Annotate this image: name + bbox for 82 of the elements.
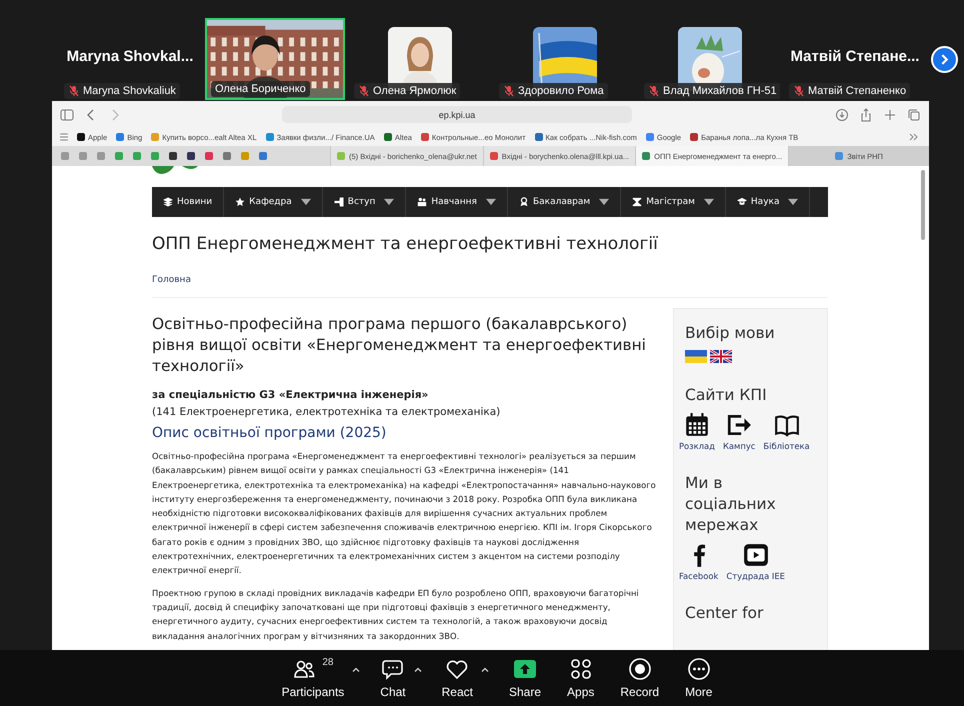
- paragraph: Освітньо-професійна програма «Енергоменеджмент та енергоефективні технологі» реалізується за першим (бакалаврським) рівнем вищої освіти у рамках спеціальності G3 «Електрична інженерія» (141 Електроенергетика, електротехніка та електромеханіка) на кафедрі «Електропостачання» навчально-наукового інституту енергозбереження та енергоменеджменту, починаючи з 2018 року. Розробка ОПП була викликана необхідністю підготовки висококваліфікованих фахівців для вирішення сучасних актуальних проблем електричної інженерії в сфері систем забезпечення споживачів електричною енергією. КПІ ім. Ігоря Сікорського багато років є одним з провідних ЗВО, що здійснює підготовку фахівців та наукові дослідження електротехнічних, електроенергетичних та електромеханічних систем з акцентом на системи розподілу електричної енергії.: [152, 450, 657, 578]
- site-icon: [534, 133, 543, 141]
- site-icon: [384, 133, 392, 141]
- more-icon: [686, 657, 711, 681]
- sidebar-heading: Вибір мови: [685, 323, 776, 344]
- site-icon: [266, 133, 274, 141]
- participant-name: Матвій Степане...: [790, 48, 920, 64]
- site-icon: [835, 152, 844, 160]
- toolbar-button[interactable]: More: [679, 653, 718, 703]
- site-icon: [642, 152, 650, 160]
- participant-label: Влад Михайлов ГН-51: [644, 83, 780, 99]
- site-icon: [151, 133, 160, 141]
- site-icon: [337, 152, 345, 160]
- video-play-icon: [742, 542, 769, 568]
- sidebar-link[interactable]: Студрада IEE: [726, 542, 785, 581]
- site-icon: [77, 133, 85, 141]
- plus-icon[interactable]: [883, 108, 897, 122]
- participant-label: Олена Ярмолюк: [354, 83, 460, 99]
- tabs-icon[interactable]: [907, 108, 921, 122]
- list-icon[interactable]: [60, 133, 68, 141]
- login-icon: [334, 197, 344, 207]
- nav-item[interactable]: Навчання: [406, 187, 508, 217]
- award-icon: [518, 197, 529, 207]
- sidebar-heading: Center for: [685, 603, 764, 624]
- participant-tile[interactable]: Олена Бориченко: [205, 18, 345, 100]
- apps-icon: [568, 657, 593, 681]
- nav-item[interactable]: Новини: [152, 187, 224, 217]
- participant-label: Здоровило Рома: [499, 83, 608, 99]
- toolbar-button[interactable]: Share: [503, 653, 548, 703]
- caret-icon[interactable]: [414, 667, 422, 672]
- sidebar-link[interactable]: Бібліотека: [763, 412, 810, 451]
- exit-icon: [726, 412, 752, 438]
- chevron-right-icon: [939, 54, 950, 65]
- participant-name: Maryna Shovkal...: [66, 48, 194, 64]
- star-icon: [235, 197, 246, 207]
- paragraph: Проектною групою в складі провідних викладачів кафедри ЕП було розроблено ОПП, враховуючи багаторічні традиції, досвід й специфіку започатковані ще при підготовці фахівців з енергетичного менеджменту, енергетичного аудиту, сучасних енергоефективних систем та технологій, а також враховуючи досвід викладання аналогічних програм у вітчизняних та закордонних ЗВО.: [152, 586, 640, 643]
- site-icon: [490, 152, 498, 160]
- nav-item[interactable]: Бакалаврам: [508, 187, 622, 217]
- toolbar-button[interactable]: Apps: [561, 653, 600, 703]
- site-icon: [420, 133, 429, 141]
- section-heading: Опис освітньої програми (2025): [152, 425, 388, 441]
- sidebar-icon[interactable]: [60, 108, 74, 122]
- hourglass-icon: [632, 197, 642, 207]
- page-title: ОПП Енергоменеджмент та енергоефективні технології: [152, 234, 659, 254]
- breadcrumb-link[interactable]: Головна: [152, 275, 191, 285]
- caret-icon[interactable]: [352, 667, 360, 672]
- sidebar-heading: Сайти КПІ: [685, 385, 768, 406]
- sidebar-heading: Ми в соціальних мережах: [685, 473, 777, 536]
- record-icon: [628, 657, 652, 681]
- program-heading: Освітньо-професійна програма першого (бакалаврського) рівня вищої освіти «Енергоменеджмент та енергоефективні технології»: [152, 314, 647, 377]
- chat-icon: [380, 657, 405, 681]
- site-icon: [690, 133, 698, 141]
- nav-item[interactable]: Вступ: [322, 187, 406, 217]
- sidebar-link[interactable]: Кампус: [722, 412, 756, 451]
- participant-label: Олена Бориченко: [211, 81, 310, 97]
- next-page-button[interactable]: [931, 46, 958, 73]
- nav-item[interactable]: Наука: [726, 187, 810, 217]
- share-icon[interactable]: [859, 108, 873, 122]
- participant-label: Maryna Shovkaliuk: [64, 83, 180, 99]
- download-icon[interactable]: [835, 108, 849, 122]
- sidebar-link[interactable]: Facebook: [679, 542, 718, 581]
- toolbar-button[interactable]: Chat: [374, 653, 412, 703]
- address-field[interactable]: ep.kpi.ua: [282, 106, 632, 123]
- graduation-cap-icon: [736, 197, 747, 207]
- sidebar-link[interactable]: Розклад: [679, 412, 715, 451]
- layers-icon: [163, 197, 173, 207]
- specialty-text: за спеціальністю G3 «Електрична інженерія»: [152, 389, 430, 401]
- calendar-icon: [684, 412, 710, 438]
- specialty-note: (141 Електроенергетика, електротехніка та електромеханіка): [152, 406, 502, 418]
- nav-item[interactable]: Кафедра: [224, 187, 323, 217]
- toolbar-button[interactable]: 28 Participants: [276, 653, 350, 703]
- site-icon: [116, 133, 124, 141]
- share-screen-icon: [513, 657, 538, 681]
- site-icon: [646, 133, 654, 141]
- people-icon: [417, 197, 428, 207]
- participant-label: Матвій Степаненко: [789, 83, 910, 99]
- flag-icon[interactable]: [710, 350, 732, 363]
- toolbar-button[interactable]: Record: [614, 653, 666, 703]
- scrollbar[interactable]: [921, 170, 925, 240]
- nav-item[interactable]: Магістрам: [621, 187, 726, 217]
- caret-icon[interactable]: [481, 667, 489, 672]
- toolbar-button[interactable]: React: [436, 653, 479, 703]
